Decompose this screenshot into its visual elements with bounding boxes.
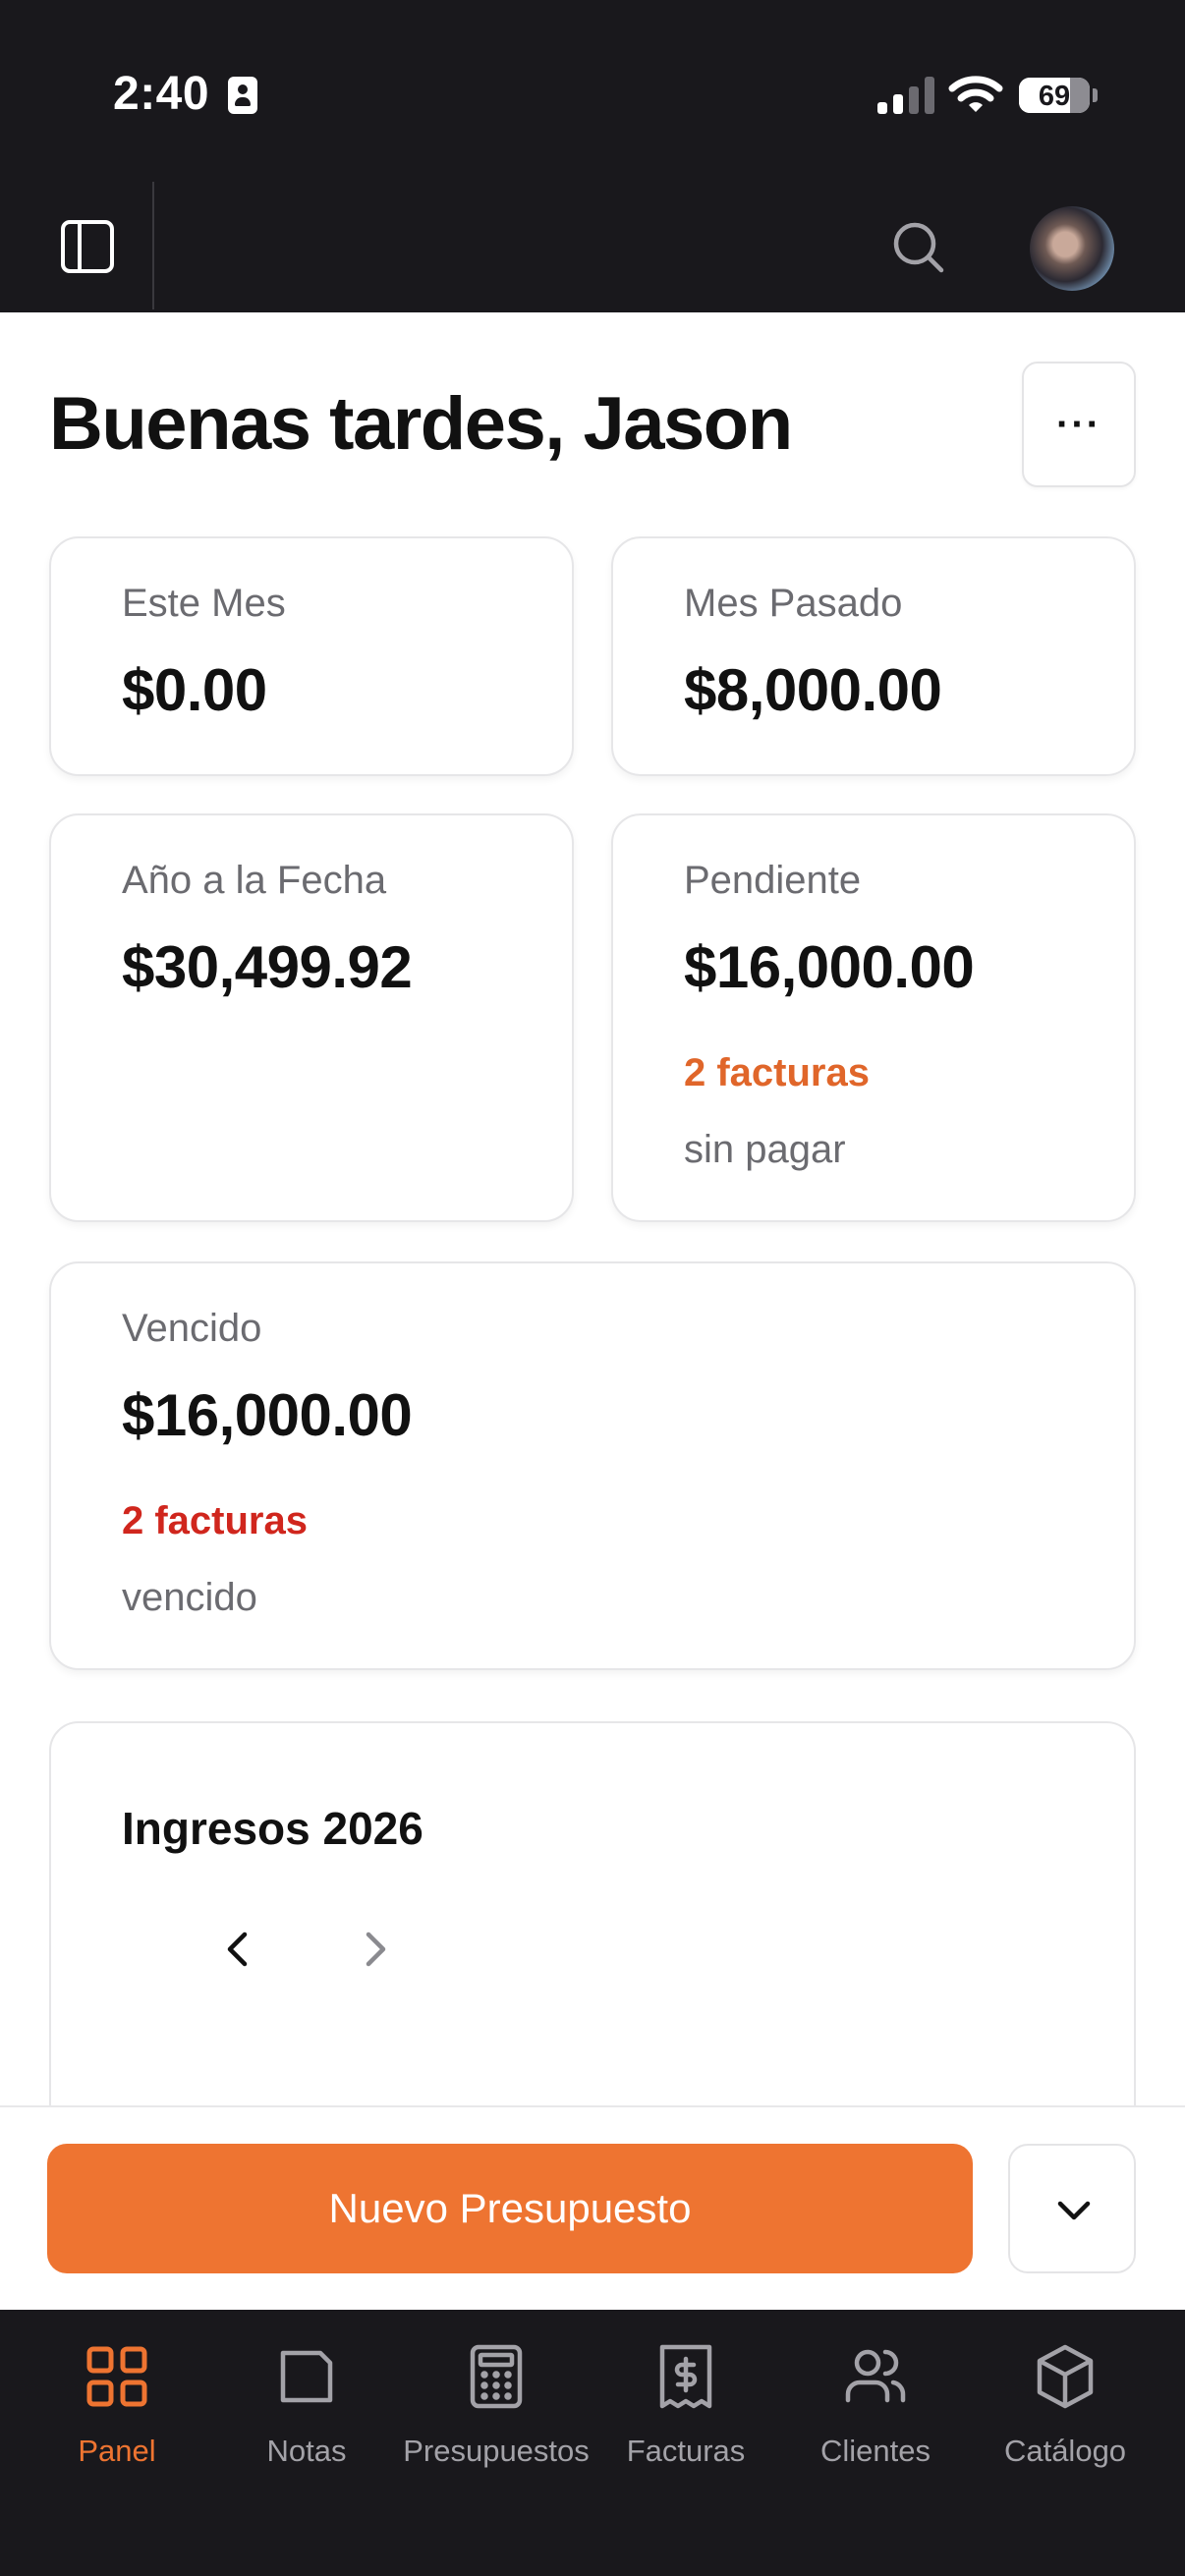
- more-options-button[interactable]: ···: [1022, 362, 1136, 487]
- card-label: Este Mes: [122, 582, 286, 625]
- battery-icon: 69: [1019, 78, 1090, 113]
- card-amount: $0.00: [122, 657, 267, 723]
- card-overdue[interactable]: Vencido $16,000.00 2 facturas vencido: [49, 1261, 1136, 1670]
- battery-tip: [1093, 88, 1098, 102]
- chevron-left-icon[interactable]: [208, 1920, 267, 1979]
- card-amount: $16,000.00: [684, 934, 975, 1000]
- box-icon: [1037, 2344, 1094, 2409]
- top-bar: 2:40 69: [0, 0, 1185, 309]
- page-title: Buenas tardes, Jason: [49, 382, 793, 466]
- receipt-icon: [659, 2344, 712, 2409]
- more-actions-button[interactable]: [1008, 2144, 1136, 2273]
- tab-panel[interactable]: Panel: [19, 2339, 215, 2487]
- tab-notas[interactable]: Notas: [208, 2339, 405, 2487]
- card-this-month[interactable]: Este Mes $0.00: [49, 536, 574, 776]
- battery-level: 69: [1038, 81, 1071, 112]
- dashboard: Buenas tardes, Jason ··· Este Mes $0.00 …: [0, 312, 1185, 2106]
- chevron-right-icon[interactable]: [346, 1920, 405, 1979]
- search-icon[interactable]: [889, 218, 948, 277]
- note-icon: [280, 2350, 333, 2403]
- action-bar: Nuevo Presupuesto: [0, 2105, 1185, 2310]
- card-pending[interactable]: Pendiente $16,000.00 2 facturas sin paga…: [611, 813, 1136, 1222]
- revenue-chart-card: Ingresos 2026: [49, 1721, 1136, 2106]
- grid-icon: [86, 2346, 147, 2407]
- sidebar-toggle-icon[interactable]: [61, 220, 114, 273]
- tab-catalogo[interactable]: Catálogo: [967, 2339, 1163, 2487]
- card-year-to-date[interactable]: Año a la Fecha $30,499.92: [49, 813, 574, 1222]
- chart-title: Ingresos 2026: [122, 1803, 423, 1854]
- wifi-icon: [948, 76, 1003, 112]
- overdue-note: vencido: [122, 1576, 257, 1619]
- chevron-down-icon: [1057, 2201, 1091, 2220]
- tab-clientes[interactable]: Clientes: [777, 2339, 974, 2487]
- card-label: Pendiente: [684, 859, 862, 902]
- card-last-month[interactable]: Mes Pasado $8,000.00: [611, 536, 1136, 776]
- tab-presupuestos[interactable]: Presupuestos: [398, 2339, 594, 2487]
- card-amount: $16,000.00: [122, 1382, 413, 1448]
- card-amount: $8,000.00: [684, 657, 942, 723]
- users-icon: [845, 2349, 906, 2403]
- status-time: 2:40: [113, 68, 210, 120]
- new-estimate-button[interactable]: Nuevo Presupuesto: [47, 2144, 973, 2273]
- tab-bar: Panel Notas Presupuestos Facturas Client…: [0, 2310, 1185, 2576]
- overdue-invoice-count: 2 facturas: [122, 1499, 308, 1542]
- calculator-icon: [470, 2344, 523, 2409]
- card-amount: $30,499.92: [122, 934, 413, 1000]
- card-label: Vencido: [122, 1307, 262, 1350]
- card-label: Año a la Fecha: [122, 859, 387, 902]
- pending-note: sin pagar: [684, 1128, 846, 1171]
- user-avatar[interactable]: [1030, 206, 1114, 291]
- card-label: Mes Pasado: [684, 582, 903, 625]
- cellular-signal-icon: [877, 77, 934, 114]
- pending-invoice-count: 2 facturas: [684, 1051, 870, 1094]
- contact-card-icon: [228, 77, 257, 114]
- tab-facturas[interactable]: Facturas: [588, 2339, 784, 2487]
- header-divider: [152, 182, 154, 309]
- tab-label: Catálogo: [1003, 2434, 1127, 2468]
